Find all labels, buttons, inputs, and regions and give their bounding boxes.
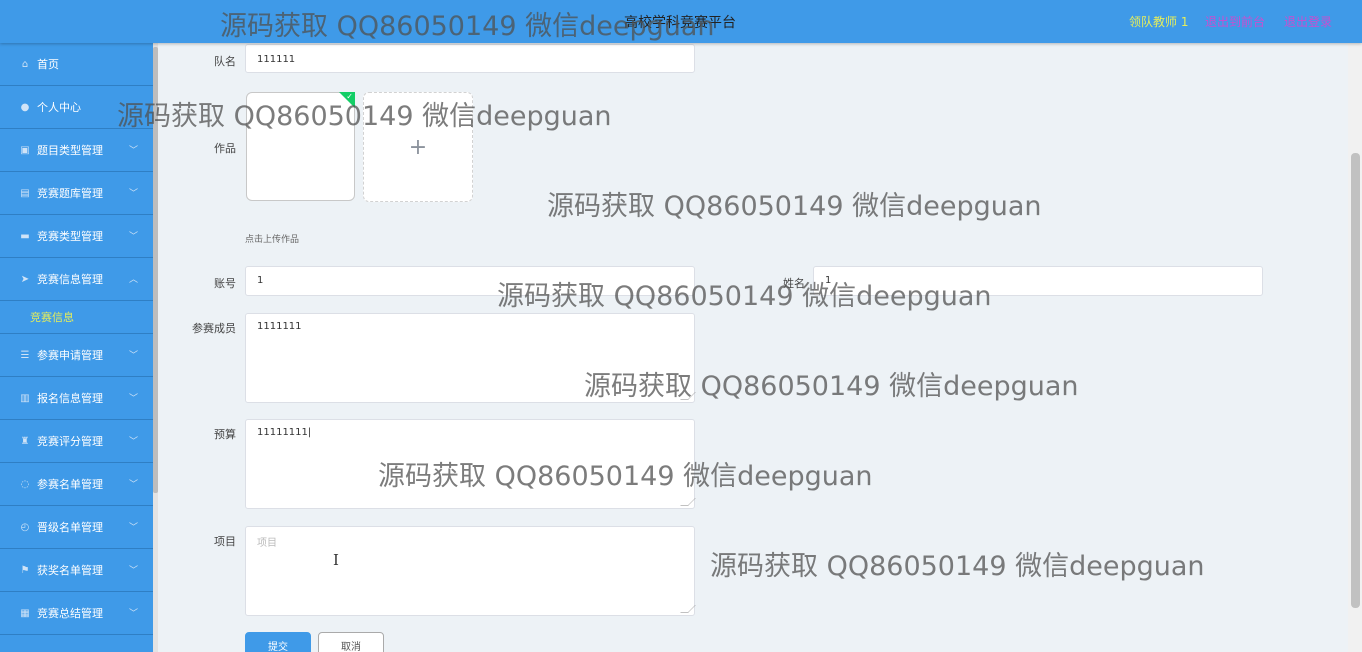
resize-grip-icon[interactable] bbox=[680, 392, 696, 400]
sidebar-item-label: 题目类型管理 bbox=[37, 144, 103, 157]
sidebar-item-label: 竞赛评分管理 bbox=[37, 435, 103, 448]
user-icon: ● bbox=[20, 101, 30, 113]
document-icon: ▦ bbox=[20, 607, 30, 619]
chevron-down-icon: ﹀ bbox=[128, 189, 138, 199]
top-header: 高校学科竞赛平台 领队教师 1 退出到前台 退出登录 bbox=[0, 0, 1362, 43]
sidebar-item-competition-type[interactable]: ▬ 竞赛类型管理 ﹀ bbox=[0, 215, 153, 258]
chevron-down-icon: ﹀ bbox=[128, 394, 138, 404]
sidebar-item-label: 竞赛类型管理 bbox=[37, 230, 103, 243]
sidebar-item-label: 竞赛总结管理 bbox=[37, 607, 103, 620]
sidebar-item-label: 竞赛信息管理 bbox=[37, 273, 103, 286]
sidebar-subitem-competition-info[interactable]: 竞赛信息 bbox=[0, 301, 153, 334]
page-scrollbar[interactable] bbox=[1348, 43, 1362, 652]
sidebar-menu: ⌂ 首页 ● 个人中心 ▣ 题目类型管理 ﹀ ▤ 竞赛题库管理 ﹀ ▬ 竞赛类型… bbox=[0, 43, 153, 652]
members-value: 1111111 bbox=[257, 321, 302, 332]
check-icon: ✓ bbox=[346, 92, 353, 101]
sidebar-item-participant-list[interactable]: ◌ 参赛名单管理 ﹀ bbox=[0, 463, 153, 506]
sidebar-scrollbar[interactable] bbox=[153, 43, 158, 652]
text-cursor-icon: I bbox=[333, 551, 339, 569]
chevron-up-icon: ︿ bbox=[128, 275, 138, 285]
cancel-button[interactable]: 取消 bbox=[318, 632, 384, 652]
team-name-input[interactable]: 111111 bbox=[245, 44, 695, 73]
resize-grip-icon[interactable] bbox=[680, 605, 696, 613]
sidebar-item-summary[interactable]: ▦ 竞赛总结管理 ﹀ bbox=[0, 592, 153, 635]
book-icon: ▥ bbox=[20, 392, 30, 404]
resize-grip-icon[interactable] bbox=[680, 498, 696, 506]
sidebar-scrollbar-thumb[interactable] bbox=[153, 47, 158, 493]
send-icon: ➤ bbox=[20, 273, 30, 285]
members-label: 参赛成员 bbox=[192, 322, 236, 335]
sidebar-item-label: 首页 bbox=[37, 58, 59, 71]
account-input[interactable]: 1 bbox=[245, 266, 695, 296]
plus-icon: + bbox=[408, 134, 428, 160]
sidebar-item-award-list[interactable]: ⚑ 获奖名单管理 ﹀ bbox=[0, 549, 153, 592]
upload-tip: 点击上传作品 bbox=[245, 235, 300, 245]
budget-label: 预算 bbox=[214, 428, 236, 441]
sidebar-item-label: 晋级名单管理 bbox=[37, 521, 103, 534]
sidebar-item-question-type[interactable]: ▣ 题目类型管理 ﹀ bbox=[0, 129, 153, 172]
sidebar-item-application[interactable]: ☰ 参赛申请管理 ﹀ bbox=[0, 334, 153, 377]
list-icon: ☰ bbox=[20, 349, 30, 361]
sidebar-item-profile[interactable]: ● 个人中心 bbox=[0, 86, 153, 129]
clock-icon: ◴ bbox=[20, 521, 30, 533]
loading-icon: ◌ bbox=[20, 478, 30, 490]
sidebar-item-label: 获奖名单管理 bbox=[37, 564, 103, 577]
sidebar-item-label: 报名信息管理 bbox=[37, 392, 103, 405]
logout-link[interactable]: 退出登录 bbox=[1284, 13, 1332, 30]
chevron-down-icon: ﹀ bbox=[128, 437, 138, 447]
uploaded-work-thumbnail[interactable]: ✓ bbox=[246, 92, 355, 201]
monitor-icon: ▬ bbox=[20, 230, 30, 242]
budget-textarea[interactable]: 11111111| bbox=[245, 419, 696, 509]
chevron-down-icon: ﹀ bbox=[128, 566, 138, 576]
upload-add-button[interactable]: + bbox=[363, 92, 473, 202]
members-textarea[interactable]: 1111111 bbox=[245, 313, 696, 403]
sidebar-item-question-bank[interactable]: ▤ 竞赛题库管理 ﹀ bbox=[0, 172, 153, 215]
project-label: 项目 bbox=[214, 535, 236, 548]
sidebar-item-competition-info[interactable]: ➤ 竞赛信息管理 ︿ bbox=[0, 258, 153, 301]
work-label: 作品 bbox=[214, 142, 236, 155]
sidebar-item-label: 个人中心 bbox=[37, 101, 81, 114]
clipboard-icon: ▣ bbox=[20, 144, 30, 156]
account-label: 账号 bbox=[214, 277, 236, 290]
chevron-down-icon: ﹀ bbox=[128, 609, 138, 619]
site-title: 高校学科竞赛平台 bbox=[624, 15, 736, 31]
chevron-down-icon: ﹀ bbox=[128, 523, 138, 533]
sidebar-item-label: 参赛申请管理 bbox=[37, 349, 103, 362]
sidebar-item-scoring[interactable]: ♜ 竞赛评分管理 ﹀ bbox=[0, 420, 153, 463]
project-placeholder: 项目 bbox=[257, 538, 277, 549]
sidebar-item-label: 竞赛题库管理 bbox=[37, 187, 103, 200]
chevron-down-icon: ﹀ bbox=[128, 232, 138, 242]
current-user[interactable]: 领队教师 1 bbox=[1129, 13, 1188, 30]
budget-value: 11111111 bbox=[257, 427, 308, 438]
trophy-icon: ♜ bbox=[20, 435, 30, 447]
name-input[interactable]: 1 bbox=[813, 266, 1263, 296]
sidebar-item-promotion-list[interactable]: ◴ 晋级名单管理 ﹀ bbox=[0, 506, 153, 549]
sidebar-item-label: 参赛名单管理 bbox=[37, 478, 103, 491]
back-to-front-link[interactable]: 退出到前台 bbox=[1205, 13, 1265, 30]
database-icon: ▤ bbox=[20, 187, 30, 199]
sidebar-item-home[interactable]: ⌂ 首页 bbox=[0, 43, 153, 86]
flag-icon: ⚑ bbox=[20, 564, 30, 576]
chevron-down-icon: ﹀ bbox=[128, 351, 138, 361]
text-caret: | bbox=[307, 427, 312, 438]
chevron-down-icon: ﹀ bbox=[128, 146, 138, 156]
page-scrollbar-thumb[interactable] bbox=[1351, 153, 1360, 608]
team-name-label: 队名 bbox=[214, 55, 236, 68]
chevron-down-icon: ﹀ bbox=[128, 480, 138, 490]
home-icon: ⌂ bbox=[21, 58, 29, 70]
sidebar-item-registration[interactable]: ▥ 报名信息管理 ﹀ bbox=[0, 377, 153, 420]
project-textarea[interactable]: 项目 bbox=[245, 526, 696, 616]
name-label: 姓名 bbox=[783, 277, 805, 290]
submit-button[interactable]: 提交 bbox=[245, 632, 311, 652]
